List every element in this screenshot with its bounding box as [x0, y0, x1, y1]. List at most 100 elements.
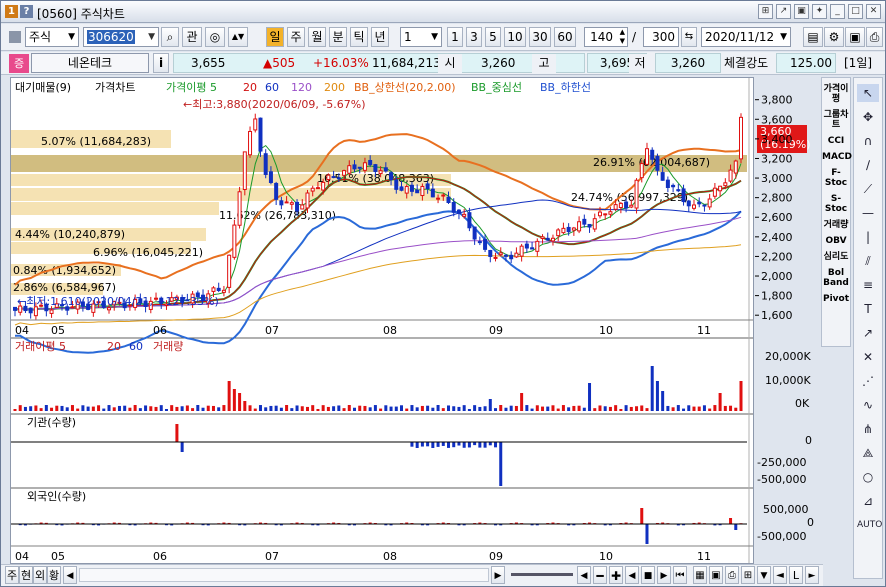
period-tick[interactable]: 틱 [350, 27, 368, 47]
fibo-icon[interactable]: ≡ [857, 276, 879, 294]
spin-icon[interactable]: ▲▼ [228, 27, 248, 47]
period-week[interactable]: 주 [287, 27, 305, 47]
tab-hwang[interactable]: 황 [47, 566, 61, 584]
min-30-button[interactable]: 30 [529, 27, 551, 47]
min-5-button[interactable]: 5 [485, 27, 501, 47]
indicator-psychology[interactable]: 심리도 [822, 252, 850, 262]
auto-icon[interactable]: AUTO [857, 516, 882, 534]
trendline-icon[interactable]: ⟋ [857, 180, 879, 198]
save-icon[interactable]: ▣ [845, 27, 865, 47]
prev-icon[interactable]: ◀ [577, 566, 591, 584]
tab-ju[interactable]: 주 [5, 566, 19, 584]
indicator-price-ma[interactable]: 가격이평 [822, 84, 850, 104]
min-10-button[interactable]: 10 [504, 27, 526, 47]
market-select[interactable]: 주식 ▼ [25, 27, 79, 47]
line-icon[interactable]: ∕ [857, 156, 879, 174]
play-left-icon[interactable]: ◀ [625, 566, 639, 584]
arrow-icon[interactable]: ↗ [857, 324, 879, 342]
candle-body [28, 307, 33, 314]
interval-select[interactable]: 1 ▼ [400, 27, 442, 47]
indicator-macd[interactable]: MACD [822, 152, 852, 162]
dock-icon[interactable]: ⊞ [758, 4, 773, 19]
tab-hyeon[interactable]: 현 [19, 566, 33, 584]
min-60-button[interactable]: 60 [554, 27, 576, 47]
indicator-f-stoc[interactable]: F-Stoc [822, 168, 850, 188]
indicator-obv[interactable]: OBV [822, 236, 850, 246]
hline-icon[interactable]: — [857, 204, 879, 222]
stop-icon[interactable]: ■ [641, 566, 655, 584]
minimize-icon[interactable]: _ [830, 4, 845, 19]
zoom-slider[interactable] [511, 573, 573, 576]
text-icon[interactable]: T [857, 300, 879, 318]
screen-icon[interactable]: ▣ [794, 4, 809, 19]
date-select[interactable]: 2020/11/12 ▼ [701, 27, 791, 47]
indicator-volume[interactable]: 거래량 [822, 220, 850, 230]
window-number-icon[interactable]: 1 [5, 5, 18, 18]
play-right-icon[interactable]: ▶ [657, 566, 671, 584]
chart-settings-icon[interactable]: ▤ [803, 27, 823, 47]
zoom-out-icon[interactable]: ━ [593, 566, 607, 584]
circle-icon[interactable]: ○ [857, 468, 879, 486]
stock-list-icon[interactable] [9, 31, 21, 43]
log-scale-button[interactable]: L [789, 566, 803, 584]
period-day[interactable]: 일 [266, 27, 284, 47]
volume-profile-label: 2.86% (6,584,967) [13, 281, 116, 294]
gear-icon[interactable]: ⚙ [824, 27, 844, 47]
min-3-button[interactable]: 3 [466, 27, 482, 47]
stock-chart[interactable]: 5.07% (11,684,283)26.91% (62,004,687)16.… [11, 78, 753, 563]
pan-icon[interactable]: ✥ [857, 108, 879, 126]
gwan-button[interactable]: 관 [182, 27, 202, 47]
zoom-in-icon[interactable]: ✚ [609, 566, 623, 584]
period-month[interactable]: 월 [308, 27, 326, 47]
candle-body [739, 116, 743, 160]
close-icon[interactable]: ✕ [866, 4, 881, 19]
down-icon[interactable]: ▼ [757, 566, 771, 584]
volume-bar [379, 408, 383, 411]
code-input[interactable]: 306620 ▼ [83, 27, 159, 47]
channel-icon[interactable]: ⫽ [857, 252, 879, 270]
magnet-icon[interactable]: ∩ [857, 132, 879, 150]
count-input[interactable]: 140 ▲ ▼ [584, 27, 628, 47]
sync-icon[interactable]: ◎ [205, 27, 225, 47]
help-icon[interactable]: ? [20, 5, 33, 18]
indicator-pivot[interactable]: Pivot [822, 294, 850, 304]
image-save-icon[interactable]: ▣ [709, 566, 723, 584]
gann-icon[interactable]: ⋰ [857, 372, 879, 390]
tile-icon[interactable]: ⊞ [741, 566, 755, 584]
pitchfork-icon[interactable]: ⋔ [857, 420, 879, 438]
cross-icon[interactable]: ✕ [857, 348, 879, 366]
prev-page-icon[interactable]: ◄ [773, 566, 787, 584]
first-icon[interactable]: ⏮ [673, 566, 687, 584]
cycle-icon[interactable]: ∿ [857, 396, 879, 414]
info-button[interactable]: i [153, 53, 169, 73]
expand-icon[interactable]: ⇆ [681, 27, 697, 47]
vline-icon[interactable]: | [857, 228, 879, 246]
scroll-right-icon[interactable]: ▶ [491, 566, 505, 584]
search-icon[interactable]: ⌕ [161, 27, 179, 47]
period-minute[interactable]: 분 [329, 27, 347, 47]
excel-icon[interactable]: ▦ [693, 566, 707, 584]
link-icon[interactable]: ↗ [776, 4, 791, 19]
total-count-input[interactable]: 300 [643, 27, 679, 47]
institution-bar [499, 442, 503, 486]
print-bottom-icon[interactable]: ⎙ [725, 566, 739, 584]
indicator-group-chart[interactable]: 그룹차트 [822, 110, 850, 130]
speedline-icon[interactable]: ⟁ [857, 444, 879, 462]
next-page-icon[interactable]: ► [805, 566, 819, 584]
regression-icon[interactable]: ⊿ [857, 492, 879, 510]
scroll-left-icon[interactable]: ◀ [63, 566, 77, 584]
institution-bar [467, 442, 471, 448]
chart-area[interactable]: 5.07% (11,684,283) 26.91% (62,004,687) 16.… [10, 77, 754, 564]
min-1-button[interactable]: 1 [447, 27, 463, 47]
indicator-cci[interactable]: CCI [822, 136, 850, 146]
volume-bar [117, 405, 121, 411]
tab-oe[interactable]: 외 [33, 566, 47, 584]
pin-icon[interactable]: ✦ [812, 4, 827, 19]
scrollbar[interactable] [79, 568, 489, 582]
period-year[interactable]: 년 [371, 27, 389, 47]
maximize-icon[interactable]: □ [848, 4, 863, 19]
indicator-bollinger[interactable]: Bol Band [822, 268, 850, 288]
cursor-icon[interactable]: ↖ [857, 84, 879, 102]
print-icon[interactable]: ⎙ [866, 27, 883, 47]
indicator-s-stoc[interactable]: S-Stoc [822, 194, 850, 214]
